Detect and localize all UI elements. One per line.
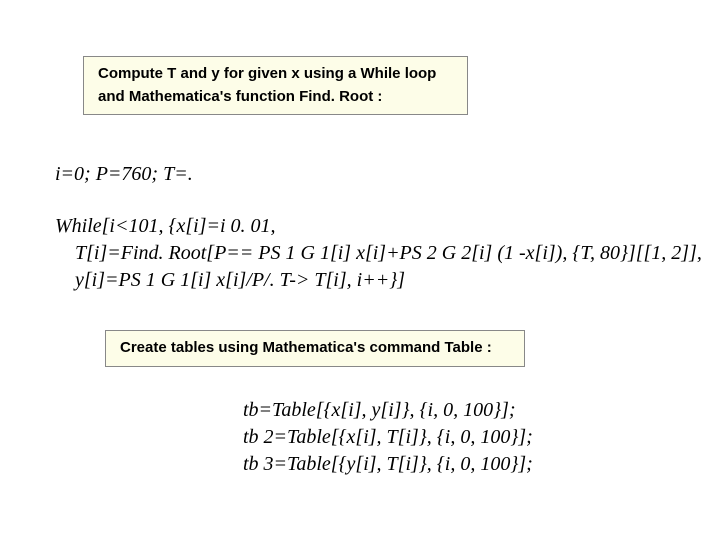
instruction-box-2: Create tables using Mathematica's comman… (105, 330, 525, 367)
code-while: While[i<101, {x[i]=i 0. 01, T[i]=Find. R… (55, 213, 702, 294)
instruction-line-1: Compute T and y for given x using a Whil… (98, 63, 453, 86)
instruction-box-1: Compute T and y for given x using a Whil… (83, 56, 468, 115)
instruction-line-2: and Mathematica's function Find. Root : (98, 86, 453, 109)
code-init: i=0; P=760; T=. (55, 163, 193, 186)
instruction-line-3: Create tables using Mathematica's comman… (120, 337, 510, 360)
code-tables: tb=Table[{x[i], y[i]}, {i, 0, 100}]; tb … (243, 397, 533, 478)
